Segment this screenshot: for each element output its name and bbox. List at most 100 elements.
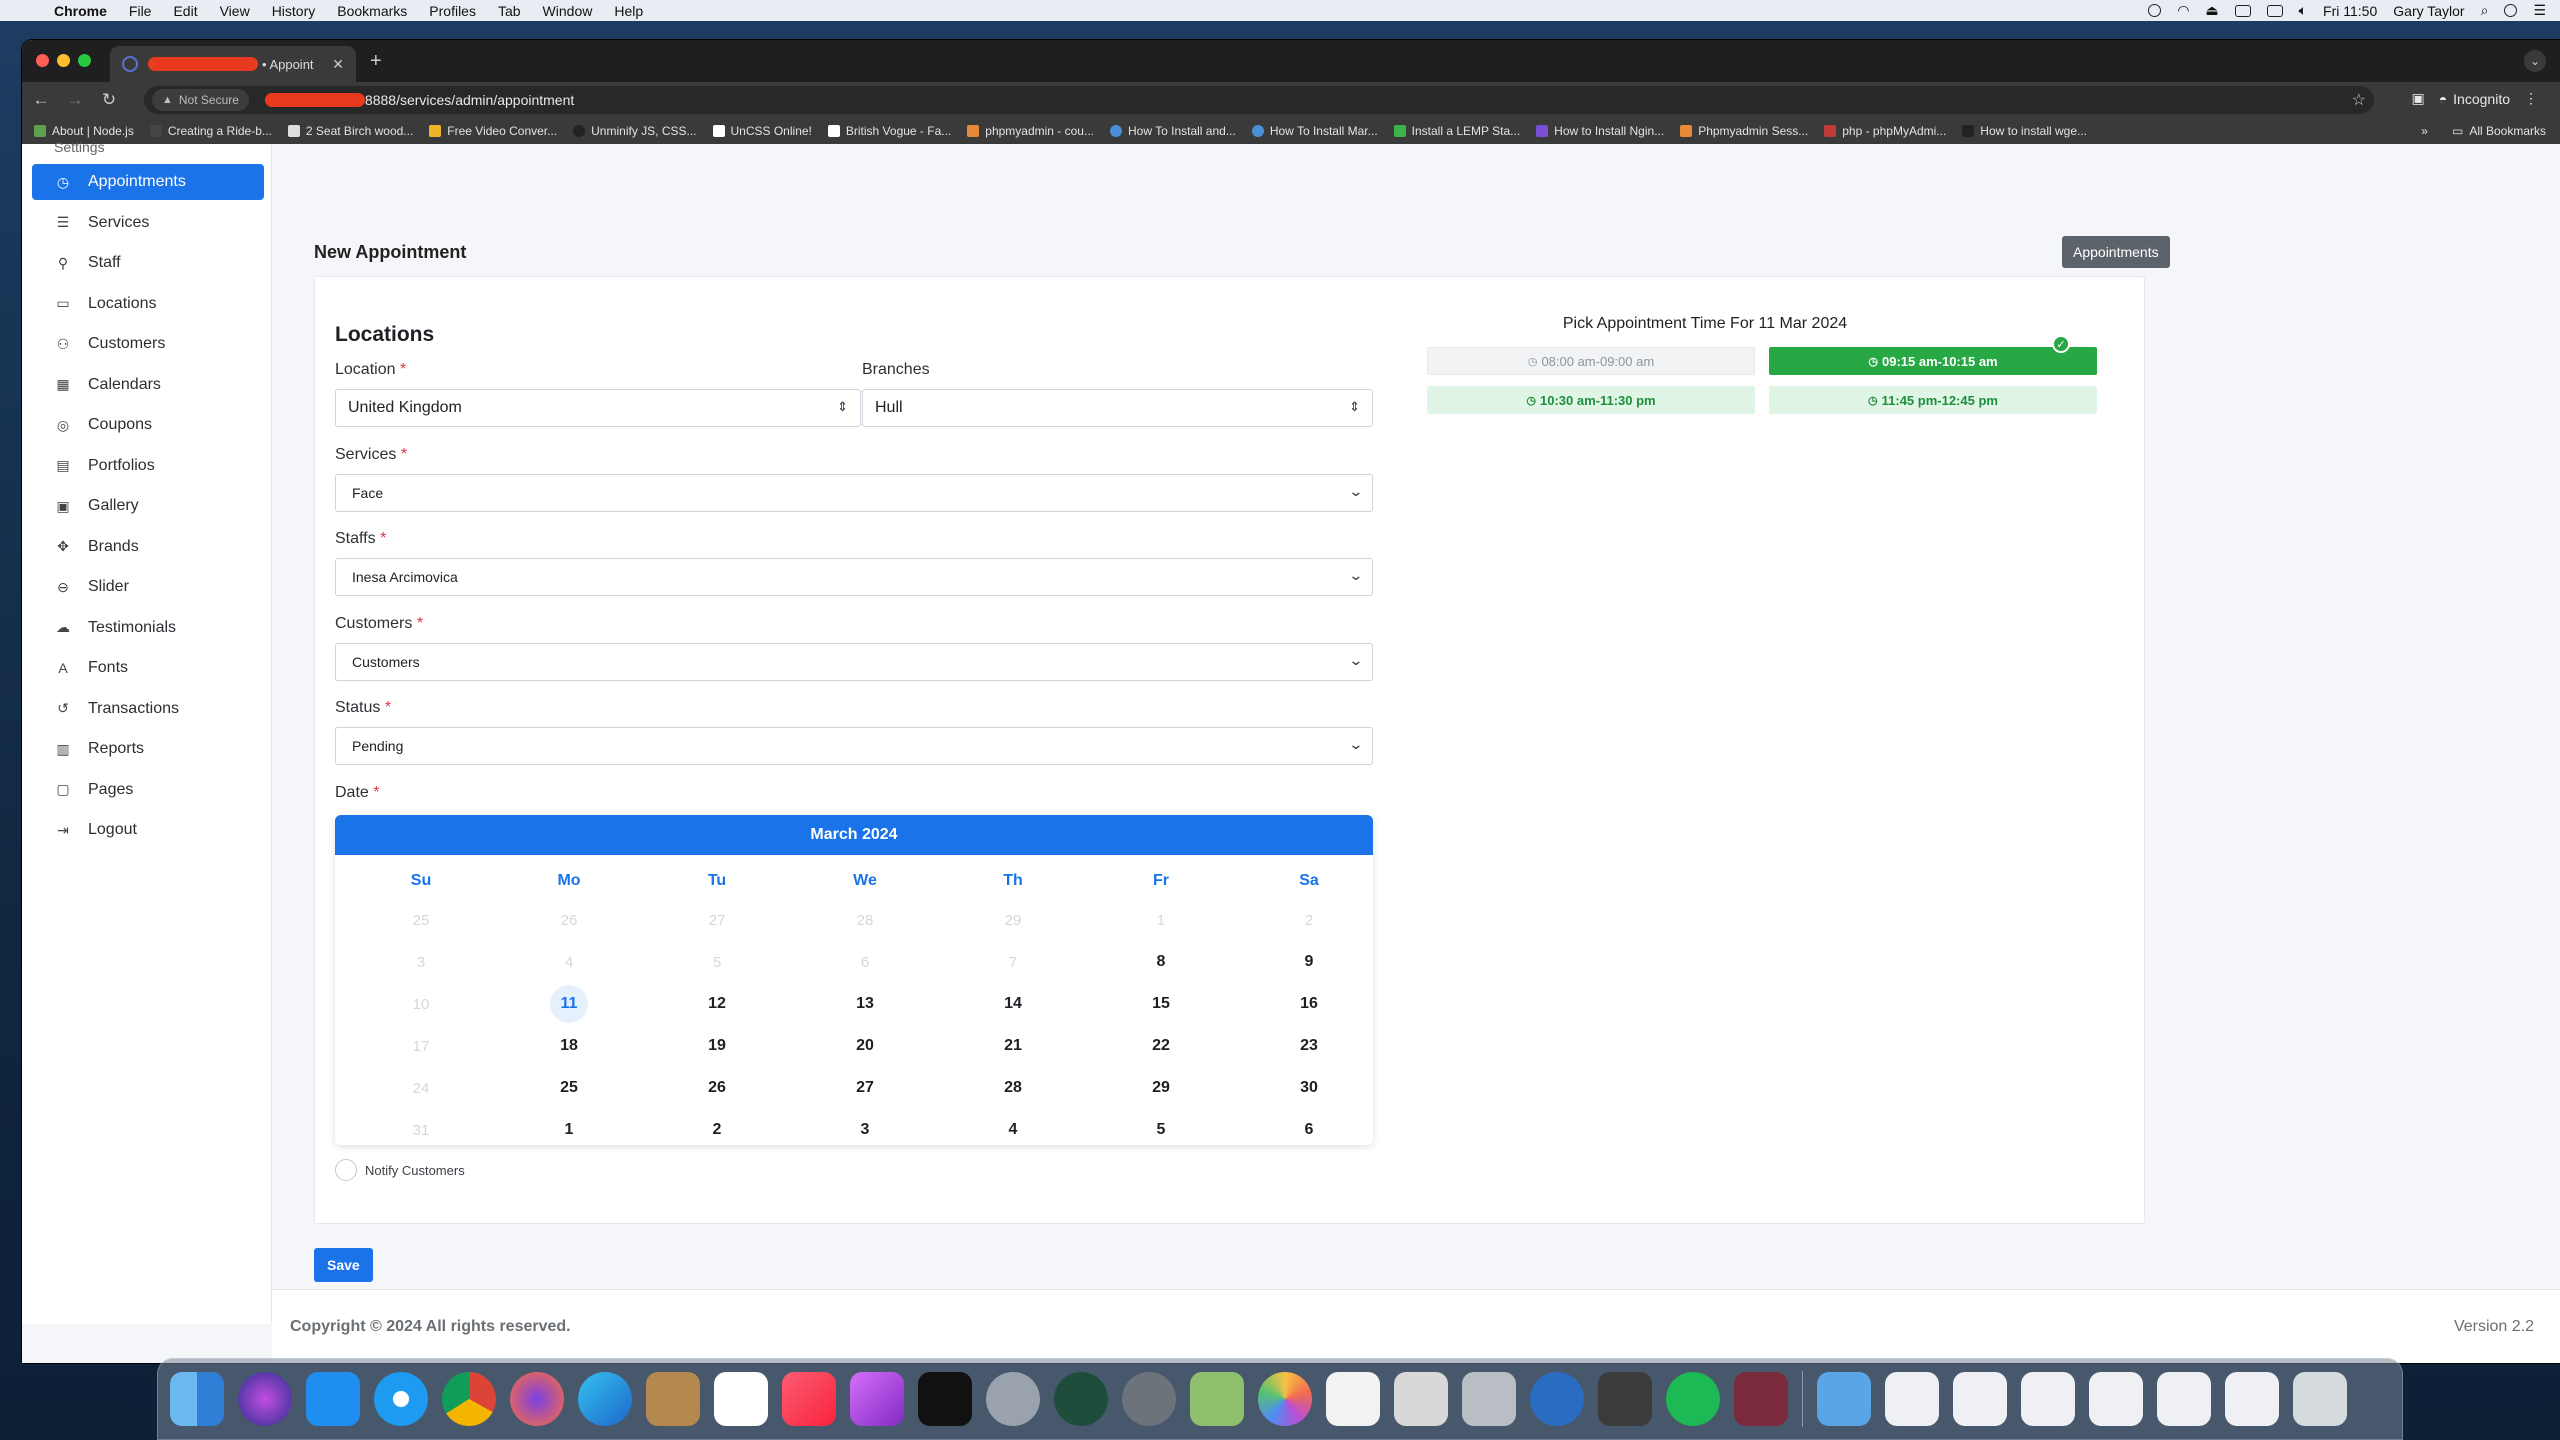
document-thumbnail-icon[interactable] [2021,1372,2075,1426]
calendar-day[interactable]: 9 [1235,941,1383,983]
browser-menu-icon[interactable]: ⋮ [2524,90,2538,107]
bookmark-item[interactable]: How to install wge... [1962,124,2087,138]
new-tab-icon[interactable]: + [370,50,382,73]
sidebar-item-coupons[interactable]: ◎ Coupons [32,407,264,443]
calendar-day-today[interactable]: 11 [495,983,643,1025]
sidebar-item-reports[interactable]: ▥ Reports [32,731,264,767]
calendar-day[interactable]: 27 [791,1067,939,1109]
calendar-day[interactable]: 28 [939,1067,1087,1109]
bookmark-item[interactable]: phpmyadmin - cou... [967,124,1094,138]
sidebar-item-pages[interactable]: ▢ Pages [32,772,264,808]
calendar-day[interactable]: 30 [1235,1067,1383,1109]
wifi-icon[interactable]: ◠ [2177,2,2189,19]
sidebar-item-portfolios[interactable]: ▤ Portfolios [32,448,264,484]
eject-icon[interactable]: ⏏ [2205,2,2218,19]
menu-history[interactable]: History [272,3,316,19]
font-book-icon[interactable] [1394,1372,1448,1426]
siri-icon[interactable] [2504,4,2518,17]
calendar-day[interactable]: 5 [1087,1109,1235,1151]
launchpad-icon[interactable] [986,1372,1040,1426]
calendar-day[interactable]: 19 [643,1025,791,1067]
chrome-icon[interactable] [442,1372,496,1426]
close-tab-icon[interactable]: ✕ [332,56,344,73]
more-bookmarks-icon[interactable]: » [2421,124,2428,138]
bookmark-item[interactable]: About | Node.js [34,124,134,138]
menu-file[interactable]: File [129,3,152,19]
sidebar-item-appointments[interactable]: ◷ Appointments [32,164,264,200]
menu-view[interactable]: View [220,3,250,19]
back-icon[interactable]: ← [24,90,58,110]
volume-icon[interactable]: 🔈︎ [2299,2,2307,19]
calendar-day[interactable]: 21 [939,1025,1087,1067]
close-window-icon[interactable] [36,54,49,67]
airplay-icon[interactable] [2234,4,2251,17]
menu-tab[interactable]: Tab [498,3,521,19]
bookmark-item[interactable]: How To Install and... [1109,124,1236,138]
minimize-window-icon[interactable] [57,54,70,67]
calendar-day[interactable]: 25 [495,1067,643,1109]
calendar-day[interactable]: 23 [1235,1025,1383,1067]
apple-tv-icon[interactable] [918,1372,972,1426]
calendar-day[interactable]: 12 [643,983,791,1025]
menu-profiles[interactable]: Profiles [429,3,476,19]
firefox-icon[interactable] [510,1372,564,1426]
menu-edit[interactable]: Edit [173,3,197,19]
downloads-folder-icon[interactable] [1817,1372,1871,1426]
all-bookmarks-button[interactable]: ▭ All Bookmarks [2452,124,2546,138]
location-select[interactable]: United Kingdom ⇕ [335,389,861,427]
mamp-icon[interactable] [1530,1372,1584,1426]
sidebar-item-calendars[interactable]: ▦ Calendars [32,367,264,403]
menu-window[interactable]: Window [543,3,593,19]
bookmark-item[interactable]: 2 Seat Birch wood... [287,124,413,138]
control-center-icon[interactable]: ☰ [2533,2,2546,19]
calendar-day[interactable]: 14 [939,983,1087,1025]
bookmark-item[interactable]: British Vogue - Fa... [827,124,951,138]
address-bar[interactable]: ▲ Not Secure 8888/services/admin/appointm… [144,86,2374,114]
bookmark-item[interactable]: Creating a Ride-b... [149,124,272,138]
customers-select[interactable]: Customers ⌄ [335,643,1373,681]
disk-utility-icon[interactable] [1462,1372,1516,1426]
browser-tab[interactable]: • Appoint ✕ [110,46,356,82]
bookmark-item[interactable]: How To Install Mar... [1251,124,1378,138]
appointments-list-button[interactable]: Appointments [2062,236,2170,268]
calendar-day[interactable]: 1 [495,1109,643,1151]
branches-select[interactable]: Hull ⇕ [862,389,1373,427]
sidebar-item-logout[interactable]: ⇥ Logout [32,812,264,848]
reload-icon[interactable]: ↻ [92,90,126,110]
calendar-day[interactable]: 22 [1087,1025,1235,1067]
security-chip[interactable]: ▲ Not Secure [152,89,249,111]
calendar-app-icon[interactable] [714,1372,768,1426]
document-thumbnail-icon[interactable] [2157,1372,2211,1426]
sidebar-item-gallery[interactable]: ▣ Gallery [32,488,264,524]
save-button[interactable]: Save [314,1248,373,1282]
menu-app-name[interactable]: Chrome [54,3,107,19]
notify-checkbox[interactable] [335,1159,357,1181]
calendar-day[interactable]: 3 [791,1109,939,1151]
bookmark-item[interactable]: Free Video Conver... [429,124,557,138]
document-thumbnail-icon[interactable] [2089,1372,2143,1426]
sidebar-item-slider[interactable]: ⊖ Slider [32,569,264,605]
podcasts-icon[interactable] [850,1372,904,1426]
side-panel-icon[interactable]: ▣ [2411,90,2424,107]
photos-icon[interactable] [1258,1372,1312,1426]
calendar-day[interactable]: 6 [1235,1109,1383,1151]
sidebar-item-fonts[interactable]: A Fonts [32,650,264,686]
calendar-day[interactable]: 13 [791,983,939,1025]
menu-clock[interactable]: Fri 11:50 [2323,3,2377,19]
contacts-icon[interactable] [646,1372,700,1426]
sublime-text-icon[interactable] [1598,1372,1652,1426]
calendar-day[interactable]: 26 [643,1067,791,1109]
document-thumbnail-icon[interactable] [1953,1372,2007,1426]
sidebar-item-staff[interactable]: ⚲ Staff [32,245,264,281]
sidebar-item-customers[interactable]: ⚇ Customers [32,326,264,362]
calendar-day[interactable]: 29 [1087,1067,1235,1109]
calendar-day[interactable]: 2 [643,1109,791,1151]
calendar-day[interactable]: 15 [1087,983,1235,1025]
sidebar-item-transactions[interactable]: ↺ Transactions [32,691,264,727]
bookmark-item[interactable]: php - phpMyAdmi... [1824,124,1946,138]
bookmark-item[interactable]: UnCSS Online! [712,124,812,138]
time-machine-app-icon[interactable] [1054,1372,1108,1426]
trash-icon[interactable] [2293,1372,2347,1426]
maps-icon[interactable] [1190,1372,1244,1426]
safari-icon[interactable] [374,1372,428,1426]
